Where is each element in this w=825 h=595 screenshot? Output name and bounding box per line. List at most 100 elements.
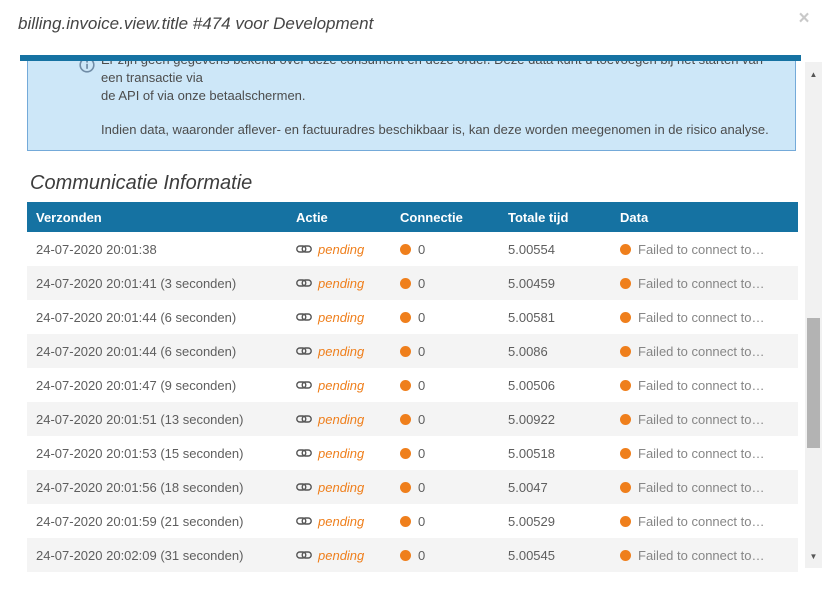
body-top-divider xyxy=(20,55,801,61)
orange-dot-icon xyxy=(400,516,411,527)
cell-verzonden: 24-07-2020 20:01:44 (6 seconden) xyxy=(27,310,287,325)
orange-dot-icon xyxy=(400,244,411,255)
link-icon xyxy=(296,514,312,529)
cell-data: Failed to connect to… xyxy=(611,480,798,495)
alert-paragraph-2: Indien data, waaronder aflever- en factu… xyxy=(101,121,777,139)
cell-verzonden: 24-07-2020 20:01:51 (13 seconden) xyxy=(27,412,287,427)
data-message: Failed to connect to… xyxy=(638,446,764,461)
data-message: Failed to connect to… xyxy=(638,548,764,563)
orange-dot-icon xyxy=(400,346,411,357)
table-row: 24-07-2020 20:01:44 (6 seconden) pending… xyxy=(27,334,798,368)
pending-status-label: pending xyxy=(318,310,364,325)
cell-verzonden: 24-07-2020 20:01:47 (9 seconden) xyxy=(27,378,287,393)
orange-dot-icon xyxy=(400,380,411,391)
data-message: Failed to connect to… xyxy=(638,242,764,257)
cell-totale-tijd: 5.00545 xyxy=(499,548,611,563)
pending-status-label: pending xyxy=(318,412,364,427)
connectie-count: 0 xyxy=(418,276,425,291)
alert-paragraph-1: Er zijn geen gegevens bekend over deze c… xyxy=(101,55,777,105)
orange-dot-icon xyxy=(620,414,631,425)
link-icon xyxy=(296,344,312,359)
cell-actie[interactable]: pending xyxy=(287,412,391,427)
connectie-count: 0 xyxy=(418,412,425,427)
cell-verzonden: 24-07-2020 20:01:38 xyxy=(27,242,287,257)
cell-connectie: 0 xyxy=(391,480,499,495)
link-icon xyxy=(296,548,312,563)
pending-status-label: pending xyxy=(318,548,364,563)
cell-connectie: 0 xyxy=(391,548,499,563)
cell-verzonden: 24-07-2020 20:01:59 (21 seconden) xyxy=(27,514,287,529)
table-row: 24-07-2020 20:01:51 (13 seconden) pendin… xyxy=(27,402,798,436)
cell-totale-tijd: 5.00518 xyxy=(499,446,611,461)
connectie-count: 0 xyxy=(418,344,425,359)
cell-actie[interactable]: pending xyxy=(287,310,391,325)
cell-data: Failed to connect to… xyxy=(611,514,798,529)
table-body: 24-07-2020 20:01:38 pending 0 5.00554 Fa… xyxy=(27,232,798,576)
cell-totale-tijd: 5.0086 xyxy=(499,344,611,359)
link-icon xyxy=(296,480,312,495)
table-row: 24-07-2020 20:01:41 (3 seconden) pending… xyxy=(27,266,798,300)
cell-data: Failed to connect to… xyxy=(611,242,798,257)
communication-table: Verzonden Actie Connectie Totale tijd Da… xyxy=(27,202,798,576)
orange-dot-icon xyxy=(620,448,631,459)
pending-status-label: pending xyxy=(318,378,364,393)
cell-verzonden: 24-07-2020 20:01:53 (15 seconden) xyxy=(27,446,287,461)
cell-data: Failed to connect to… xyxy=(611,378,798,393)
scrollbar-down-arrow-icon[interactable]: ▼ xyxy=(805,550,822,564)
scrollbar-track[interactable]: ▲ ▼ xyxy=(805,62,822,568)
cell-totale-tijd: 5.00554 xyxy=(499,242,611,257)
cell-actie[interactable]: pending xyxy=(287,514,391,529)
column-header-verzonden: Verzonden xyxy=(27,210,287,225)
info-alert: Er zijn geen gegevens bekend over deze c… xyxy=(27,55,796,151)
cell-data: Failed to connect to… xyxy=(611,412,798,427)
orange-dot-icon xyxy=(620,312,631,323)
data-message: Failed to connect to… xyxy=(638,412,764,427)
cell-actie[interactable]: pending xyxy=(287,480,391,495)
modal-body-scroll-area[interactable]: Er zijn geen gegevens bekend over deze c… xyxy=(20,55,801,576)
data-message: Failed to connect to… xyxy=(638,276,764,291)
connectie-count: 0 xyxy=(418,480,425,495)
cell-totale-tijd: 5.0047 xyxy=(499,480,611,495)
orange-dot-icon xyxy=(400,312,411,323)
close-icon[interactable]: × xyxy=(793,8,815,30)
scrollbar-thumb[interactable] xyxy=(807,318,820,448)
cell-data: Failed to connect to… xyxy=(611,276,798,291)
cell-totale-tijd: 5.00581 xyxy=(499,310,611,325)
data-message: Failed to connect to… xyxy=(638,514,764,529)
cell-connectie: 0 xyxy=(391,514,499,529)
link-icon xyxy=(296,242,312,257)
table-row: 24-07-2020 20:02:09 (31 seconden) pendin… xyxy=(27,538,798,572)
cell-connectie: 0 xyxy=(391,412,499,427)
table-row: 24-07-2020 20:02:15 (37 seconden) pendin… xyxy=(27,572,798,576)
scrollbar-up-arrow-icon[interactable]: ▲ xyxy=(805,68,822,82)
cell-actie[interactable]: pending xyxy=(287,276,391,291)
orange-dot-icon xyxy=(620,346,631,357)
column-header-data: Data xyxy=(611,210,798,225)
cell-actie[interactable]: pending xyxy=(287,378,391,393)
orange-dot-icon xyxy=(620,516,631,527)
cell-verzonden: 24-07-2020 20:02:09 (31 seconden) xyxy=(27,548,287,563)
column-header-actie: Actie xyxy=(287,210,391,225)
orange-dot-icon xyxy=(400,448,411,459)
cell-connectie: 0 xyxy=(391,276,499,291)
data-message: Failed to connect to… xyxy=(638,310,764,325)
connectie-count: 0 xyxy=(418,242,425,257)
cell-actie[interactable]: pending xyxy=(287,446,391,461)
orange-dot-icon xyxy=(400,550,411,561)
pending-status-label: pending xyxy=(318,276,364,291)
cell-actie[interactable]: pending xyxy=(287,242,391,257)
modal-title: billing.invoice.view.title #474 voor Dev… xyxy=(18,14,373,34)
table-row: 24-07-2020 20:01:44 (6 seconden) pending… xyxy=(27,300,798,334)
orange-dot-icon xyxy=(400,482,411,493)
cell-actie[interactable]: pending xyxy=(287,548,391,563)
cell-verzonden: 24-07-2020 20:01:41 (3 seconden) xyxy=(27,276,287,291)
table-row: 24-07-2020 20:01:56 (18 seconden) pendin… xyxy=(27,470,798,504)
pending-status-label: pending xyxy=(318,446,364,461)
cell-connectie: 0 xyxy=(391,446,499,461)
cell-actie[interactable]: pending xyxy=(287,344,391,359)
data-message: Failed to connect to… xyxy=(638,480,764,495)
connectie-count: 0 xyxy=(418,378,425,393)
connectie-count: 0 xyxy=(418,446,425,461)
cell-totale-tijd: 5.00506 xyxy=(499,378,611,393)
cell-totale-tijd: 5.00459 xyxy=(499,276,611,291)
